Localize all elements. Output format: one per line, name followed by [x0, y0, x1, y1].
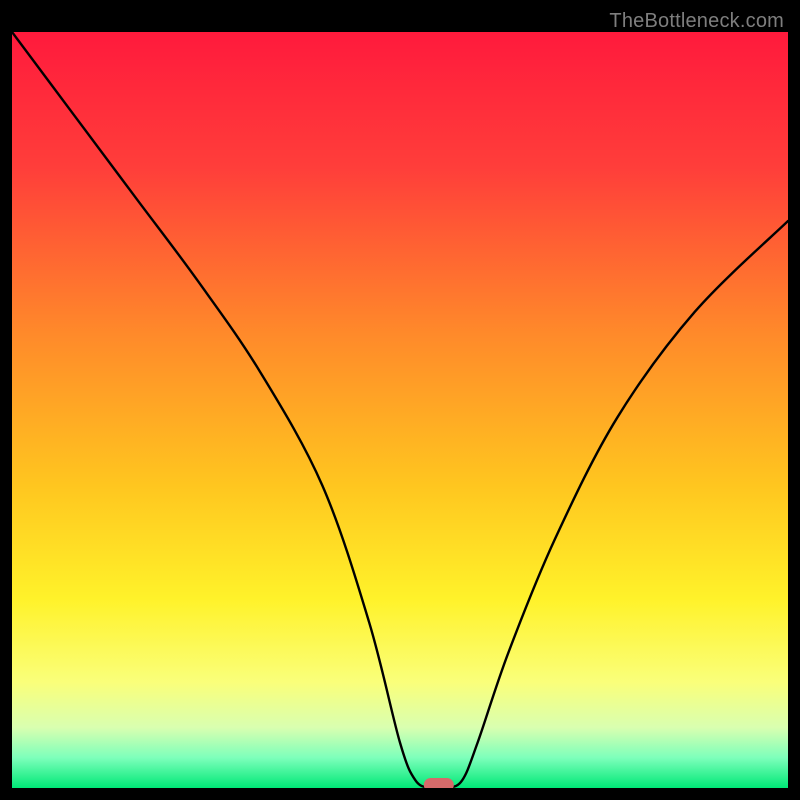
watermark-text: TheBottleneck.com	[609, 10, 784, 33]
optimum-marker	[424, 778, 454, 788]
chart-plot	[12, 32, 788, 788]
chart-svg	[12, 32, 788, 788]
chart-frame: TheBottleneck.com	[12, 12, 788, 788]
gradient-background	[12, 32, 788, 788]
